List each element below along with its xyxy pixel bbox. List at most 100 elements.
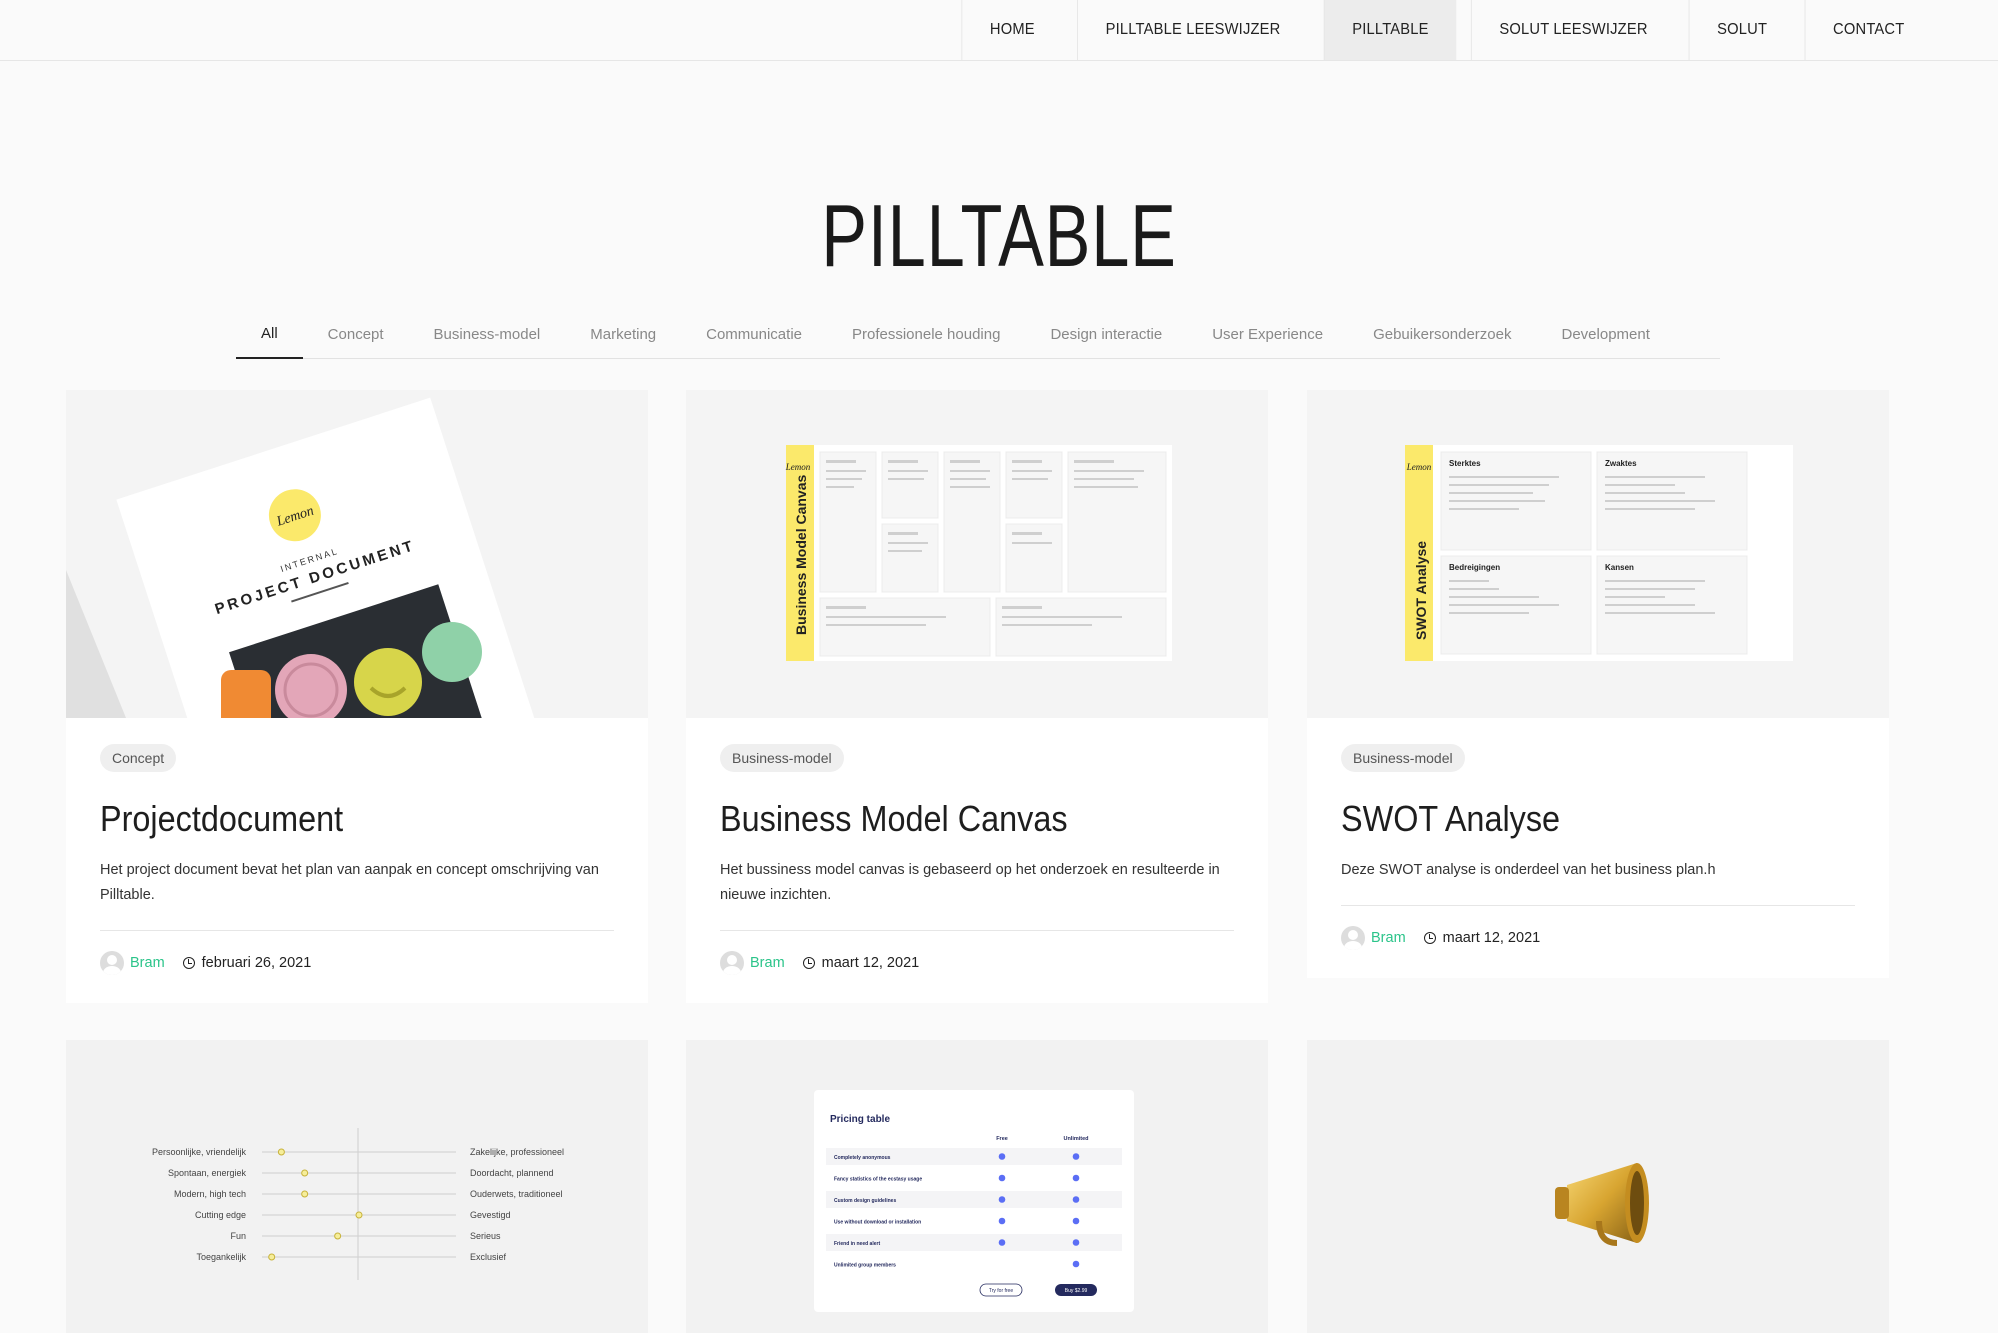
category-tag[interactable]: Concept — [100, 744, 177, 772]
megaphone-icon — [1555, 1163, 1649, 1246]
scale-right-label: Serieus — [470, 1231, 501, 1241]
main-nav: HOME PILLTABLE LEESWIJZER PILLTABLE SOLU… — [957, 0, 1938, 60]
feature-included-dot — [998, 1196, 1006, 1203]
post-thumbnail[interactable]: Lemon SWOT Analyse Sterktes Zwaktes Bedr… — [1307, 390, 1889, 718]
top-bar: HOME PILLTABLE LEESWIJZER PILLTABLE SOLU… — [0, 0, 1998, 61]
feature-included-dot — [1072, 1174, 1080, 1182]
divider — [720, 930, 1234, 931]
post-thumbnail[interactable]: Pricing table Free Unlimited Completely … — [686, 1040, 1268, 1333]
filter-tab-gebuikersonderzoek[interactable]: Gebuikersonderzoek — [1348, 310, 1536, 358]
post-card-brand-personality[interactable]: Persoonlijke, vriendelijk Zakelijke, pro… — [66, 1040, 648, 1333]
scale-left-label: Modern, high tech — [174, 1189, 246, 1199]
author-avatar — [100, 951, 124, 975]
post-card-swot-analyse[interactable]: Lemon SWOT Analyse Sterktes Zwaktes Bedr… — [1307, 390, 1889, 978]
filter-tab-concept[interactable]: Concept — [303, 310, 409, 358]
author-link[interactable]: Bram — [130, 955, 165, 971]
pricing-row-label: Use without download or installation — [834, 1220, 921, 1226]
pricing-column-label: Free — [996, 1136, 1008, 1142]
post-date: maart 12, 2021 — [1442, 930, 1541, 946]
author-avatar — [720, 951, 744, 975]
filter-tab-professionele-houding[interactable]: Professionele houding — [827, 310, 1025, 358]
post-thumbnail[interactable]: Lemon INTERNAL PROJECT DOCUMENT — [66, 390, 648, 718]
pricing-table-image: Pricing table Free Unlimited Completely … — [814, 1090, 1134, 1312]
scale-left-label: Persoonlijke, vriendelijk — [152, 1147, 247, 1157]
divider — [100, 930, 614, 931]
filter-tab-development[interactable]: Development — [1537, 310, 1675, 358]
svg-text:Sterktes: Sterktes — [1449, 459, 1481, 468]
author-avatar — [1341, 926, 1365, 950]
scale-marker — [268, 1253, 276, 1261]
filter-tab-all[interactable]: All — [236, 310, 303, 359]
clock-icon — [802, 957, 815, 969]
feature-included-dot — [1072, 1217, 1080, 1225]
feature-included-dot — [1072, 1196, 1080, 1203]
nav-item-solut-leeswijzer[interactable]: SOLUT LEESWIJZER — [1470, 0, 1675, 60]
svg-text:Lemon: Lemon — [785, 462, 811, 472]
scale-left-label: Cutting edge — [195, 1210, 246, 1220]
nav-item-contact[interactable]: CONTACT — [1804, 0, 1932, 60]
svg-text:Business Model Canvas: Business Model Canvas — [793, 475, 809, 635]
divider — [1341, 905, 1855, 906]
post-meta: Bram maart 12, 2021 — [720, 951, 1234, 975]
post-title[interactable]: SWOT Analyse — [1341, 798, 1804, 840]
filter-tab-communicatie[interactable]: Communicatie — [681, 310, 827, 358]
nav-item-pilltable[interactable]: PILLTABLE — [1323, 0, 1457, 60]
feature-included-dot — [998, 1239, 1006, 1246]
post-excerpt: Het project document bevat het plan van … — [100, 862, 599, 903]
scale-right-label: Exclusief — [470, 1252, 507, 1262]
clock-icon — [1423, 932, 1436, 944]
pricing-title: Pricing table — [830, 1114, 890, 1125]
nav-item-solut[interactable]: SOLUT — [1688, 0, 1795, 60]
pricing-column-label: Unlimited — [1063, 1136, 1088, 1142]
post-thumbnail[interactable]: Lemon Business Model Canvas — [686, 390, 1268, 718]
post-title[interactable]: Business Model Canvas — [720, 798, 1183, 840]
brand-personality-scales-image: Persoonlijke, vriendelijk Zakelijke, pro… — [152, 1128, 564, 1280]
buy-button-label: Buy $2.99 — [1065, 1288, 1088, 1294]
post-meta: Bram maart 12, 2021 — [1341, 926, 1855, 950]
clock-icon — [182, 957, 195, 969]
svg-text:SWOT Analyse: SWOT Analyse — [1413, 541, 1429, 640]
business-model-canvas-image: Lemon Business Model Canvas — [686, 390, 1268, 718]
svg-text:Bedreigingen: Bedreigingen — [1449, 563, 1500, 572]
filter-tab-design-interactie[interactable]: Design interactie — [1025, 310, 1187, 358]
author-link[interactable]: Bram — [1371, 930, 1406, 946]
author-link[interactable]: Bram — [750, 955, 785, 971]
pricing-row-label: Friend in need alert — [834, 1241, 880, 1247]
post-title[interactable]: Projectdocument — [100, 798, 563, 840]
post-meta: Bram februari 26, 2021 — [100, 951, 614, 975]
post-thumbnail[interactable] — [1307, 1040, 1889, 1333]
feature-included-dot — [998, 1217, 1006, 1225]
pricing-row-label: Fancy statistics of the ecstasy usage — [834, 1177, 922, 1183]
scale-right-label: Zakelijke, professioneel — [470, 1147, 564, 1157]
scale-right-label: Doordacht, plannend — [470, 1168, 554, 1178]
try-free-button-label: Try for free — [989, 1288, 1013, 1294]
filter-tab-marketing[interactable]: Marketing — [565, 310, 681, 358]
nav-item-home[interactable]: HOME — [961, 0, 1062, 60]
feature-included-dot — [1072, 1153, 1080, 1160]
filter-tab-business-model[interactable]: Business-model — [409, 310, 566, 358]
pricing-row-label: Completely anonymous — [834, 1155, 891, 1161]
category-tag[interactable]: Business-model — [720, 744, 844, 772]
project-document-cover-image: Lemon INTERNAL PROJECT DOCUMENT — [66, 390, 648, 718]
scale-marker — [355, 1211, 363, 1219]
feature-included-dot — [1072, 1260, 1080, 1268]
post-card-business-model-canvas[interactable]: Lemon Business Model Canvas Business-mod… — [686, 390, 1268, 1003]
post-card-marketing[interactable] — [1307, 1040, 1889, 1333]
filter-tab-user-experience[interactable]: User Experience — [1187, 310, 1348, 358]
feature-included-dot — [998, 1174, 1006, 1182]
category-filter-tabs: All Concept Business-model Marketing Com… — [236, 310, 1720, 359]
feature-included-dot — [1072, 1239, 1080, 1246]
scale-marker — [301, 1190, 309, 1198]
svg-text:Zwaktes: Zwaktes — [1605, 459, 1637, 468]
svg-text:Lemon: Lemon — [1406, 462, 1432, 472]
scale-marker — [277, 1148, 285, 1156]
post-excerpt: Het bussiness model canvas is gebaseerd … — [720, 862, 1220, 903]
nav-item-pilltable-leeswijzer[interactable]: PILLTABLE LEESWIJZER — [1076, 0, 1308, 60]
post-card-pricing-table[interactable]: Pricing table Free Unlimited Completely … — [686, 1040, 1268, 1333]
post-card-projectdocument[interactable]: Lemon INTERNAL PROJECT DOCUMENT Concept … — [66, 390, 648, 1003]
scale-right-label: Ouderwets, traditioneel — [470, 1189, 563, 1199]
scale-marker — [334, 1232, 342, 1240]
post-thumbnail[interactable]: Persoonlijke, vriendelijk Zakelijke, pro… — [66, 1040, 648, 1333]
category-tag[interactable]: Business-model — [1341, 744, 1465, 772]
post-excerpt: Deze SWOT analyse is onderdeel van het b… — [1341, 862, 1716, 878]
